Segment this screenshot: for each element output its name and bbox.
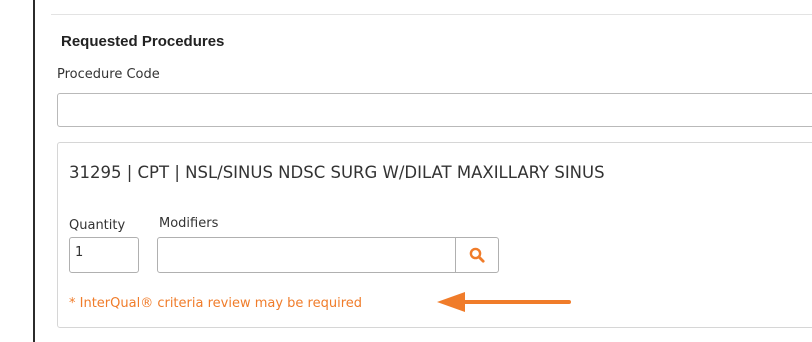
section-title: Requested Procedures	[61, 33, 225, 50]
procedure-panel: Requested Procedures Procedure Code 3129…	[33, 0, 812, 342]
procedure-code-label: Procedure Code	[57, 67, 160, 82]
search-icon	[469, 247, 485, 263]
modifiers-input[interactable]	[158, 238, 455, 272]
arrow-left-icon	[437, 292, 571, 312]
modifiers-label: Modifiers	[159, 216, 219, 231]
procedure-code-input[interactable]	[57, 93, 812, 127]
quantity-label: Quantity	[69, 218, 126, 233]
quantity-input[interactable]: 1	[69, 237, 139, 273]
modifiers-group	[157, 237, 499, 273]
modifiers-search-button[interactable]	[455, 238, 498, 272]
interqual-warning: * InterQual® criteria review may be requ…	[69, 296, 363, 311]
procedure-description: 31295 | CPT | NSL/SINUS NDSC SURG W/DILA…	[69, 163, 605, 182]
divider	[51, 14, 812, 15]
